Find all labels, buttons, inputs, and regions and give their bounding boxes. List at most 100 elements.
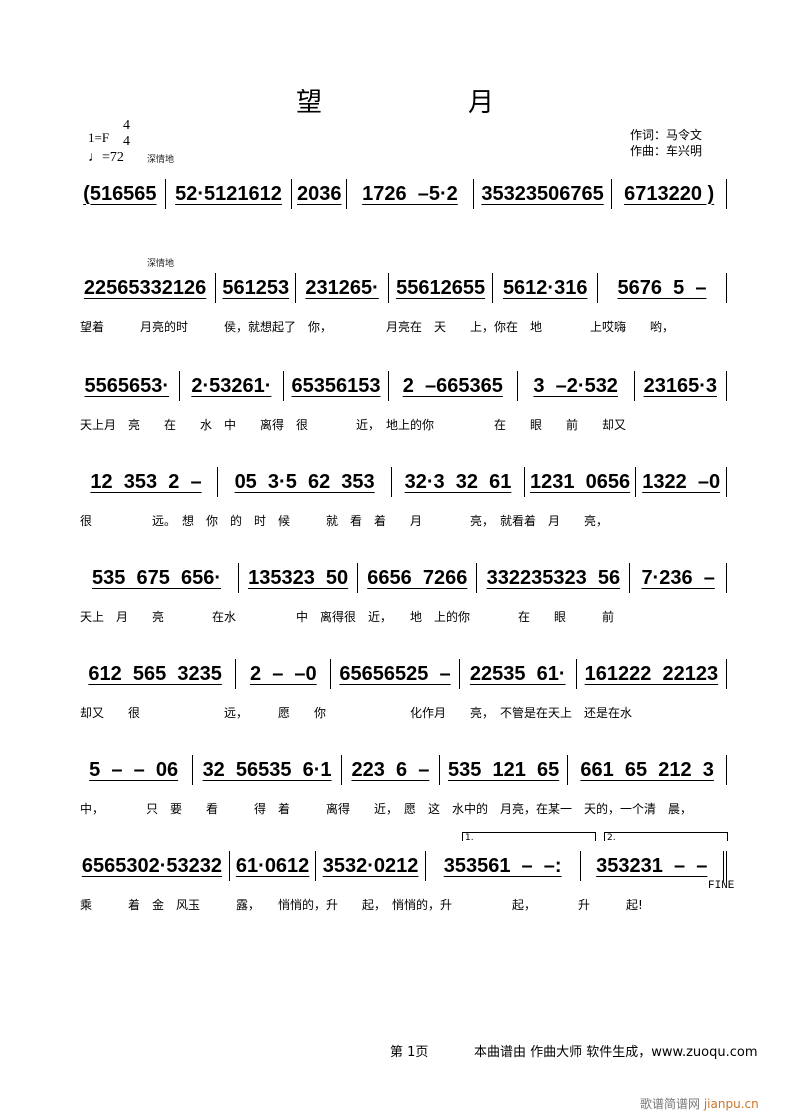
page-number: 第 1页 [390, 1045, 429, 1060]
measure: 161222 22123 [584, 662, 719, 685]
measure: 661 65 212 3 [580, 758, 714, 781]
barline [238, 563, 240, 593]
measure: 7·236 – [641, 566, 715, 589]
barline [726, 273, 727, 303]
measure: 561253 [222, 276, 290, 299]
barline [330, 659, 332, 689]
watermark-site: jianpu.cn [703, 1097, 759, 1111]
generator-note: 本曲谱由 作曲大师 软件生成，www.zuoqu.com [474, 1045, 758, 1060]
barline [387, 371, 389, 401]
measure: 2 –665365 [402, 374, 503, 397]
lyrics-line: 很 远。 想 你 的 时 候 就 看 着 月 亮， 就看着 月 亮， [80, 514, 609, 528]
measure: 535 121 65 [447, 758, 560, 781]
measure: 61·0612 [235, 854, 310, 877]
barline [291, 179, 293, 209]
watermark-cn: 歌谱简谱网 [640, 1097, 701, 1111]
measure: 12 353 2 – [90, 470, 202, 493]
barline [725, 179, 727, 209]
lyrics-line: 天上月 亮 在 水 中 离得 很 近， 地上的你 在 眼 前 却又 [80, 418, 627, 432]
measure: 353561 – –: [443, 854, 562, 877]
key-signature: 1=F [88, 130, 110, 145]
barline [357, 563, 359, 593]
measure: 612 565 3235 [88, 662, 222, 685]
barline [476, 563, 478, 593]
measure: 1726 –5·2 [362, 182, 458, 205]
staff-system: 12 353 2 – 05 3·5 62 353 32·3 32 61 1231 06… [78, 466, 730, 498]
measure: 23165·3 [643, 374, 717, 397]
barline [283, 371, 285, 401]
barline [387, 273, 389, 303]
barline [492, 273, 494, 303]
barline [633, 371, 635, 401]
barline [346, 179, 348, 209]
tempo-value: =72 [102, 150, 124, 165]
measure: 2036 [297, 182, 342, 205]
staff-system: 6565302·53232 61·0612 3532·0212 353561 – –:… [78, 850, 730, 882]
staff-system: 5565653· 2·53261· 65356153 2 –665365 3 –2·53… [78, 370, 730, 402]
measure: 2 – –0 [249, 662, 317, 685]
measure: 55612655 [396, 276, 486, 299]
staff-system: (516565 52·5121612 2036 1726 –5·2 3532350676… [78, 178, 730, 210]
lyrics-line: 却又 很 远， 愿 你 化作月 亮， 不管是在天上 还是在水 [80, 706, 633, 720]
barline [178, 371, 180, 401]
volta-2: 2. [604, 832, 728, 843]
measure: 231265· [305, 276, 379, 299]
barline [472, 179, 474, 209]
measure: 22565332126 [83, 276, 207, 299]
barline [340, 755, 342, 785]
lyrics-line: 望着 月亮的时 侯，就想起了 你， 月亮在 天 上，你在 地 上哎嗨 哟， [80, 320, 675, 334]
barline [726, 659, 727, 689]
barline [629, 563, 631, 593]
measure: 32 56535 6·1 [202, 758, 332, 781]
barline [235, 659, 237, 689]
measure: 6656 7266 [367, 566, 468, 589]
staff-system: 22565332126 561253 231265· 55612655 5612·316… [78, 272, 730, 304]
lyrics-line: 中， 只 要 看 得 着 离得 近， 愿 这 水中的 月亮，在某一 天的，一个清… [80, 802, 693, 816]
barline [295, 273, 297, 303]
lyrics-line: 乘 着 金 风玉 露， 悄悄的，升 起， 悄悄的，升 起， 升 起! [80, 898, 643, 912]
barline [725, 371, 727, 401]
barline [523, 467, 525, 497]
barline [567, 755, 569, 785]
barline [458, 659, 460, 689]
measure: 5612·316 [502, 276, 588, 299]
measure: 2·53261· [191, 374, 272, 397]
measure: 6565302·53232 [81, 854, 222, 877]
expression-mark-2: 深情地 [147, 259, 175, 269]
measure: 5565653· [84, 374, 170, 397]
song-title: 望 月 [295, 88, 554, 118]
time-signature: 44 [123, 118, 130, 150]
measure: 35323506765 [481, 182, 604, 205]
barline [726, 755, 727, 785]
quarter-note-icon: ♩ [88, 150, 102, 165]
staff-system: 535 675 656· 135323 50 6656 7266 332235323 … [78, 562, 730, 594]
barline [579, 851, 581, 881]
barline [726, 467, 727, 497]
measure: 1231 0656 [530, 470, 631, 493]
barline [516, 371, 518, 401]
final-barline [722, 851, 727, 881]
barline [391, 467, 393, 497]
measure: 32·3 32 61 [404, 470, 512, 493]
barline [597, 273, 598, 303]
measure: 332235323 56 [486, 566, 621, 589]
lyrics-line: 天上 月 亮 在水 中 离得很 近， 地 上的你 在 眼 前 [80, 610, 615, 624]
fine-mark: FINE [708, 880, 735, 892]
measure: (516565 [83, 182, 157, 205]
measure: 52·5121612 [175, 182, 282, 205]
ts-top: 4 [123, 118, 130, 133]
measure: 3532·0212 [322, 854, 419, 877]
measure: 65656525 – [339, 662, 451, 685]
measure: 3 –2·532 [533, 374, 618, 397]
measure: 5 – – 06 [89, 758, 179, 781]
measure: 05 3·5 62 353 [234, 470, 375, 493]
barline [438, 755, 440, 785]
measure: 353231 – – [596, 854, 708, 877]
ts-bottom: 4 [123, 134, 130, 149]
measure: 6713220 ) [624, 182, 715, 205]
composer: 作曲：车兴明 [630, 144, 703, 158]
barline [635, 467, 637, 497]
measure: 135323 50 [248, 566, 349, 589]
measure: 223 6 – [351, 758, 430, 781]
tempo-marking: ♩=72 [88, 150, 124, 166]
